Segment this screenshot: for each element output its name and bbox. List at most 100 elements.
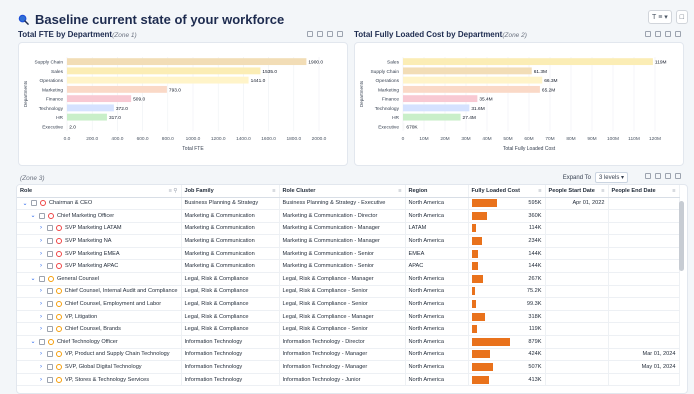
end-date-cell bbox=[608, 209, 680, 223]
focus-icon[interactable] bbox=[317, 31, 323, 37]
column-menu-icon[interactable]: ≡ bbox=[398, 188, 401, 194]
job-family-cell: Information Technology bbox=[181, 335, 280, 349]
comment-icon[interactable] bbox=[337, 31, 343, 37]
table-scrollbar[interactable] bbox=[679, 201, 684, 271]
start-date-cell bbox=[545, 272, 609, 286]
sort-icon[interactable] bbox=[645, 31, 651, 37]
table-row[interactable]: › Chief Counsel, Brands Legal, Risk & Comp… bbox=[17, 322, 680, 337]
role-cluster-cell: Marketing & Communication - Manager bbox=[279, 234, 406, 248]
chevron-right-icon[interactable]: › bbox=[38, 364, 44, 370]
row-checkbox[interactable] bbox=[47, 364, 53, 371]
chevron-right-icon[interactable]: › bbox=[38, 314, 44, 320]
cost-cell: 879K bbox=[468, 335, 546, 349]
column-header-people-start-date[interactable]: People Start Date ≡ bbox=[545, 185, 609, 198]
focus-icon[interactable] bbox=[655, 31, 661, 37]
end-date-cell bbox=[608, 222, 680, 236]
cost-chart: 0 10M 20M 30M 40M 50M 60M 70M 80M 90M 100M 110M 120M… bbox=[359, 57, 667, 152]
chevron-down-icon[interactable]: ⌄ bbox=[30, 338, 36, 345]
end-date-cell bbox=[608, 197, 680, 211]
chevron-right-icon[interactable]: › bbox=[38, 377, 44, 383]
row-checkbox[interactable] bbox=[47, 225, 53, 232]
filter-icon[interactable] bbox=[327, 31, 333, 37]
row-checkbox[interactable] bbox=[47, 351, 53, 358]
column-header-job-family[interactable]: Job Family ≡ bbox=[181, 185, 280, 198]
table-row[interactable]: ⌄ Chief Technology Officer Information Tec… bbox=[17, 335, 680, 349]
row-checkbox[interactable] bbox=[47, 263, 53, 270]
table-row[interactable]: › SVP Marketing NA Marketing & Communicati… bbox=[17, 234, 680, 248]
page-header: Baseline current state of your workforce bbox=[18, 12, 284, 27]
comment-icon[interactable] bbox=[675, 31, 681, 37]
chevron-right-icon[interactable]: › bbox=[38, 288, 44, 294]
chevron-right-icon[interactable]: › bbox=[38, 301, 44, 307]
job-family-cell: Legal, Risk & Compliance bbox=[181, 285, 280, 299]
chevron-right-icon[interactable]: › bbox=[38, 225, 44, 231]
start-date-cell bbox=[545, 348, 609, 362]
row-checkbox[interactable] bbox=[39, 212, 45, 219]
sort-icon[interactable] bbox=[307, 31, 313, 37]
role-cluster-cell: Legal, Risk & Compliance - Manager bbox=[279, 310, 406, 324]
table-row[interactable]: › Chief Counsel, Employment and Labor Lega… bbox=[17, 297, 680, 311]
chevron-down-icon[interactable]: ⌄ bbox=[30, 275, 36, 282]
table-row[interactable]: › SVP Marketing EMEA Marketing & Communica… bbox=[17, 247, 680, 261]
table-row[interactable]: › SVP, Global Digital Technology Informati… bbox=[17, 360, 680, 374]
row-checkbox[interactable] bbox=[47, 313, 53, 320]
chevron-right-icon[interactable]: › bbox=[38, 326, 44, 332]
chevron-right-icon[interactable]: › bbox=[38, 263, 44, 269]
row-checkbox[interactable] bbox=[47, 301, 53, 308]
start-date-cell bbox=[545, 360, 609, 374]
filter-icon[interactable] bbox=[665, 173, 671, 179]
column-menu-icon[interactable]: ≡ bbox=[601, 188, 604, 194]
column-menu-icon[interactable]: ≡ bbox=[272, 188, 275, 194]
category-label: Sales bbox=[51, 69, 64, 75]
focus-icon[interactable] bbox=[655, 173, 661, 179]
row-checkbox[interactable] bbox=[39, 338, 45, 345]
role-status-icon bbox=[48, 275, 54, 282]
column-menu-icon[interactable]: ≡ bbox=[538, 188, 541, 194]
column-menu-icon[interactable]: ≡ ⚲ bbox=[169, 188, 178, 194]
end-date-cell bbox=[608, 373, 680, 387]
sort-icon[interactable] bbox=[645, 173, 651, 179]
expand-levels-select[interactable]: 3 levels ▾ bbox=[594, 172, 628, 183]
table-row[interactable]: › SVP Marketing LATAM Marketing & Communic… bbox=[17, 222, 680, 236]
table-row[interactable]: › SVP Marketing APAC Marketing & Communica… bbox=[17, 259, 680, 274]
chevron-right-icon[interactable]: › bbox=[38, 351, 44, 357]
cost-cell: 144K bbox=[468, 259, 546, 274]
column-menu-icon[interactable]: ≡ bbox=[672, 188, 675, 194]
chevron-down-icon[interactable]: ⌄ bbox=[22, 200, 28, 207]
x-tick-label: 20M bbox=[440, 136, 449, 142]
comment-icon[interactable] bbox=[675, 173, 681, 179]
row-checkbox[interactable] bbox=[31, 200, 37, 207]
region-cell: EMEA bbox=[405, 247, 469, 261]
table-row[interactable]: › Chief Counsel, Internal Audit and Compl… bbox=[17, 285, 680, 299]
column-header-people-end-date[interactable]: People End Date ≡ bbox=[608, 185, 680, 198]
column-header-label: Region bbox=[408, 187, 428, 194]
chevron-right-icon[interactable]: › bbox=[38, 238, 44, 244]
table-row[interactable]: ⌄ Chief Marketing Officer Marketing & Comm… bbox=[17, 209, 680, 223]
chevron-right-icon[interactable]: › bbox=[38, 251, 44, 257]
role-cell: › VP, Stores & Technology Services bbox=[17, 373, 182, 387]
table-row[interactable]: › VP, Litigation Legal, Risk & Compliance L… bbox=[17, 310, 680, 324]
row-checkbox[interactable] bbox=[47, 238, 53, 245]
bar bbox=[67, 122, 68, 130]
table-row[interactable]: › VP, Stores & Technology Services Informa… bbox=[17, 373, 680, 387]
row-checkbox[interactable] bbox=[39, 275, 45, 282]
export-button[interactable]: □ bbox=[675, 10, 688, 24]
cost-value: 879K bbox=[528, 338, 542, 345]
table-row[interactable]: ⌄ General Counsel Legal, Risk & Compliance… bbox=[17, 272, 680, 286]
row-checkbox[interactable] bbox=[47, 326, 53, 333]
table-row[interactable]: ⌄ Chairman & CEO Business Planning & Strat… bbox=[17, 197, 680, 211]
table-row[interactable]: › VP, Product and Supply Chain Technology… bbox=[17, 348, 680, 362]
column-header-role[interactable]: Role ≡ ⚲ bbox=[17, 185, 182, 198]
row-checkbox[interactable] bbox=[46, 288, 53, 295]
filter-menu-button[interactable]: T ≡ ▾ bbox=[647, 10, 672, 24]
filter-icon[interactable] bbox=[665, 31, 671, 37]
column-header-role-cluster[interactable]: Role Cluster ≡ bbox=[279, 185, 406, 198]
job-family-cell: Legal, Risk & Compliance bbox=[181, 322, 280, 337]
row-checkbox[interactable] bbox=[47, 250, 53, 257]
column-header-fully-loaded-cost[interactable]: Fully Loaded Cost ≡ bbox=[468, 185, 546, 198]
column-header-region[interactable]: Region bbox=[405, 185, 469, 198]
role-status-icon bbox=[56, 326, 62, 333]
chevron-down-icon[interactable]: ⌄ bbox=[30, 212, 36, 219]
row-checkbox[interactable] bbox=[47, 376, 53, 383]
zone3-table-card: Role ≡ ⚲ Job Family ≡ Role Cluster ≡ Region… bbox=[16, 184, 688, 394]
